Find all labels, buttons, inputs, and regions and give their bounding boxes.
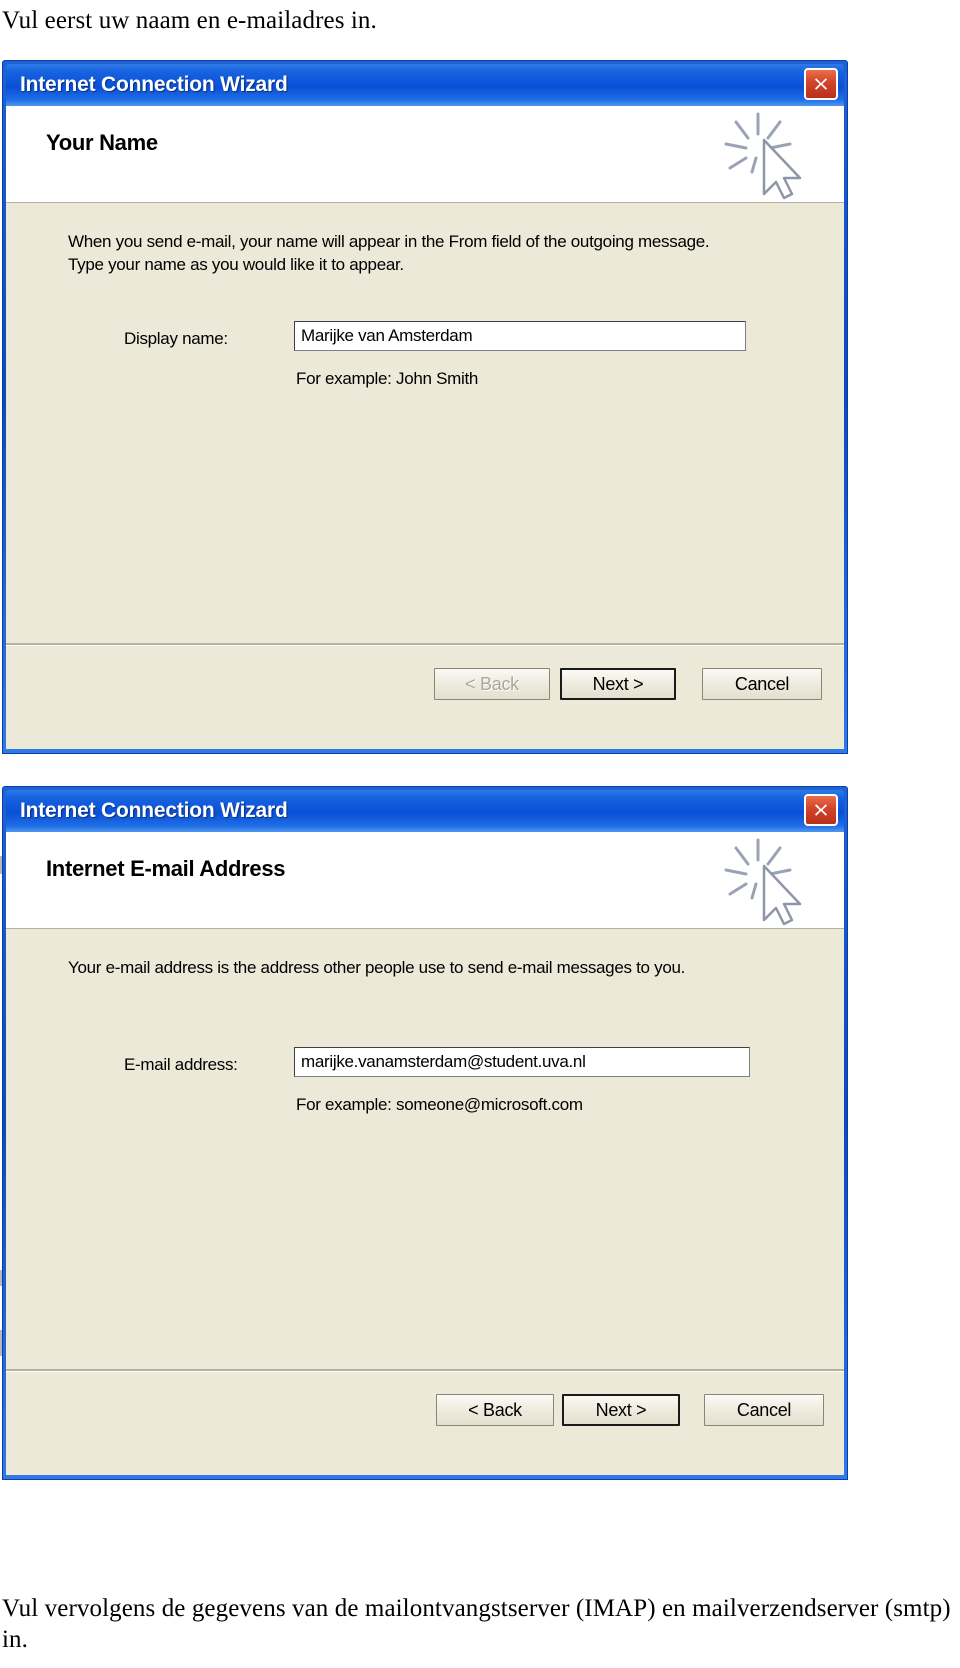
cursor-sparkle-icon <box>712 836 816 928</box>
close-icon[interactable] <box>804 794 838 826</box>
next-button[interactable]: Next > <box>562 1394 680 1426</box>
page-heading: Your Name <box>46 130 158 155</box>
back-button[interactable]: < Back <box>436 1394 554 1426</box>
display-name-input[interactable]: Marijke van Amsterdam <box>294 321 746 351</box>
wizard-banner: Your Name <box>6 106 844 203</box>
email-address-example: For example: someone@microsoft.com <box>296 1095 583 1114</box>
wizard-content-pane: When you send e-mail, your name will app… <box>6 203 844 749</box>
email-address-label: E-mail address: <box>124 1055 238 1074</box>
wizard-content-pane: Your e-mail address is the address other… <box>6 929 844 1475</box>
caption-top: Vul eerst uw naam en e-mailadres in. <box>2 7 377 34</box>
cancel-button[interactable]: Cancel <box>704 1394 824 1426</box>
button-strip: < Back Next > Cancel <box>6 1370 844 1476</box>
next-button[interactable]: Next > <box>560 668 676 700</box>
caption-bottom: Vul vervolgens de gegevens van de mailon… <box>2 1595 951 1653</box>
cursor-sparkle-icon <box>712 110 816 202</box>
close-icon[interactable] <box>804 68 838 100</box>
email-address-input[interactable]: marijke.vanamsterdam@student.uva.nl <box>294 1047 750 1077</box>
display-name-label: Display name: <box>124 329 228 348</box>
display-name-value: Marijke van Amsterdam <box>301 326 473 345</box>
wizard-banner: Internet E-mail Address <box>6 832 844 929</box>
display-name-example: For example: John Smith <box>296 369 479 388</box>
internet-connection-wizard-window-email-address: Internet Connection Wizard Internet E-ma… <box>2 786 848 1480</box>
window-title: Internet Connection Wizard <box>20 799 288 822</box>
instruction-text: Your e-mail address is the address other… <box>68 958 686 977</box>
email-address-value: marijke.vanamsterdam@student.uva.nl <box>301 1052 586 1071</box>
cancel-button[interactable]: Cancel <box>702 668 822 700</box>
back-button[interactable]: < Back <box>434 668 550 700</box>
page-heading: Internet E-mail Address <box>46 856 286 881</box>
button-strip: < Back Next > Cancel <box>6 644 844 750</box>
title-bar: Internet Connection Wizard <box>6 790 844 832</box>
instruction-text: When you send e-mail, your name will app… <box>68 232 710 274</box>
window-title: Internet Connection Wizard <box>20 73 288 96</box>
title-bar: Internet Connection Wizard <box>6 64 844 106</box>
internet-connection-wizard-window-your-name: Internet Connection Wizard Your Name Whe… <box>2 60 848 754</box>
